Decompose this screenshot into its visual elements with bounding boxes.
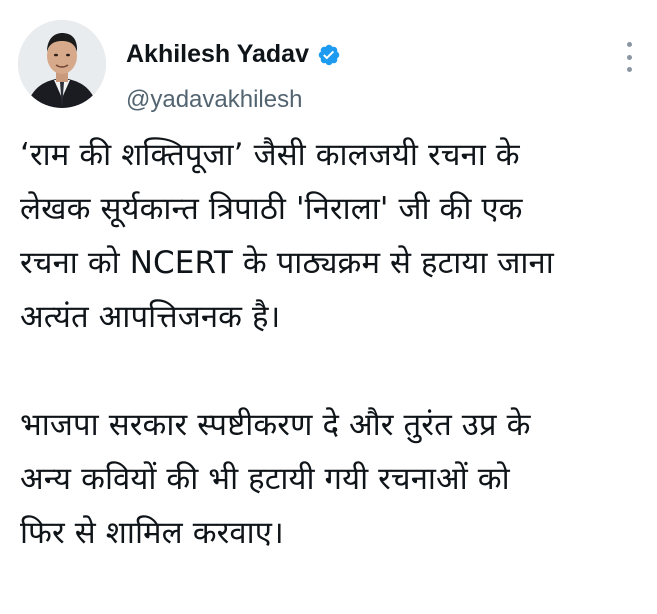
tweet-line: अत्यंत आपत्तिजनक है। (20, 299, 281, 335)
avatar-image (18, 20, 106, 108)
tweet-line: ‘राम की शक्तिपूजा’ जैसी कालजयी रचना के (20, 137, 520, 173)
tweet-text: ‘राम की शक्तिपूजा’ जैसी कालजयी रचना के ल… (20, 128, 650, 560)
author-handle[interactable]: @yadavakhilesh (126, 86, 302, 114)
tweet-paragraph-1: ‘राम की शक्तिपूजा’ जैसी कालजयी रचना के ल… (20, 128, 650, 344)
tweet-line: अन्य कवियों की भी हटायी गयी रचनाओं को (20, 461, 510, 497)
tweet-line: फिर से शामिल करवाए। (20, 515, 284, 551)
more-options-icon[interactable] (623, 42, 635, 72)
verified-badge-icon (318, 44, 340, 65)
tweet-line: भाजपा सरकार स्पष्टीकरण दे और तुरंत उप्र … (20, 407, 531, 443)
tweet-line: रचना को NCERT के पाठ्यक्रम से हटाया जाना (20, 245, 554, 281)
tweet-paragraph-2: भाजपा सरकार स्पष्टीकरण दे और तुरंत उप्र … (20, 398, 650, 560)
author-display-name[interactable]: Akhilesh Yadav (126, 40, 309, 69)
tweet-line: लेखक सूर्यकान्त त्रिपाठी 'निराला' जी की … (20, 191, 523, 227)
tweet-card: Akhilesh Yadav @yadavakhilesh ‘राम की शक… (0, 0, 657, 614)
avatar[interactable] (18, 20, 106, 108)
author-name-row[interactable]: Akhilesh Yadav (126, 40, 341, 69)
